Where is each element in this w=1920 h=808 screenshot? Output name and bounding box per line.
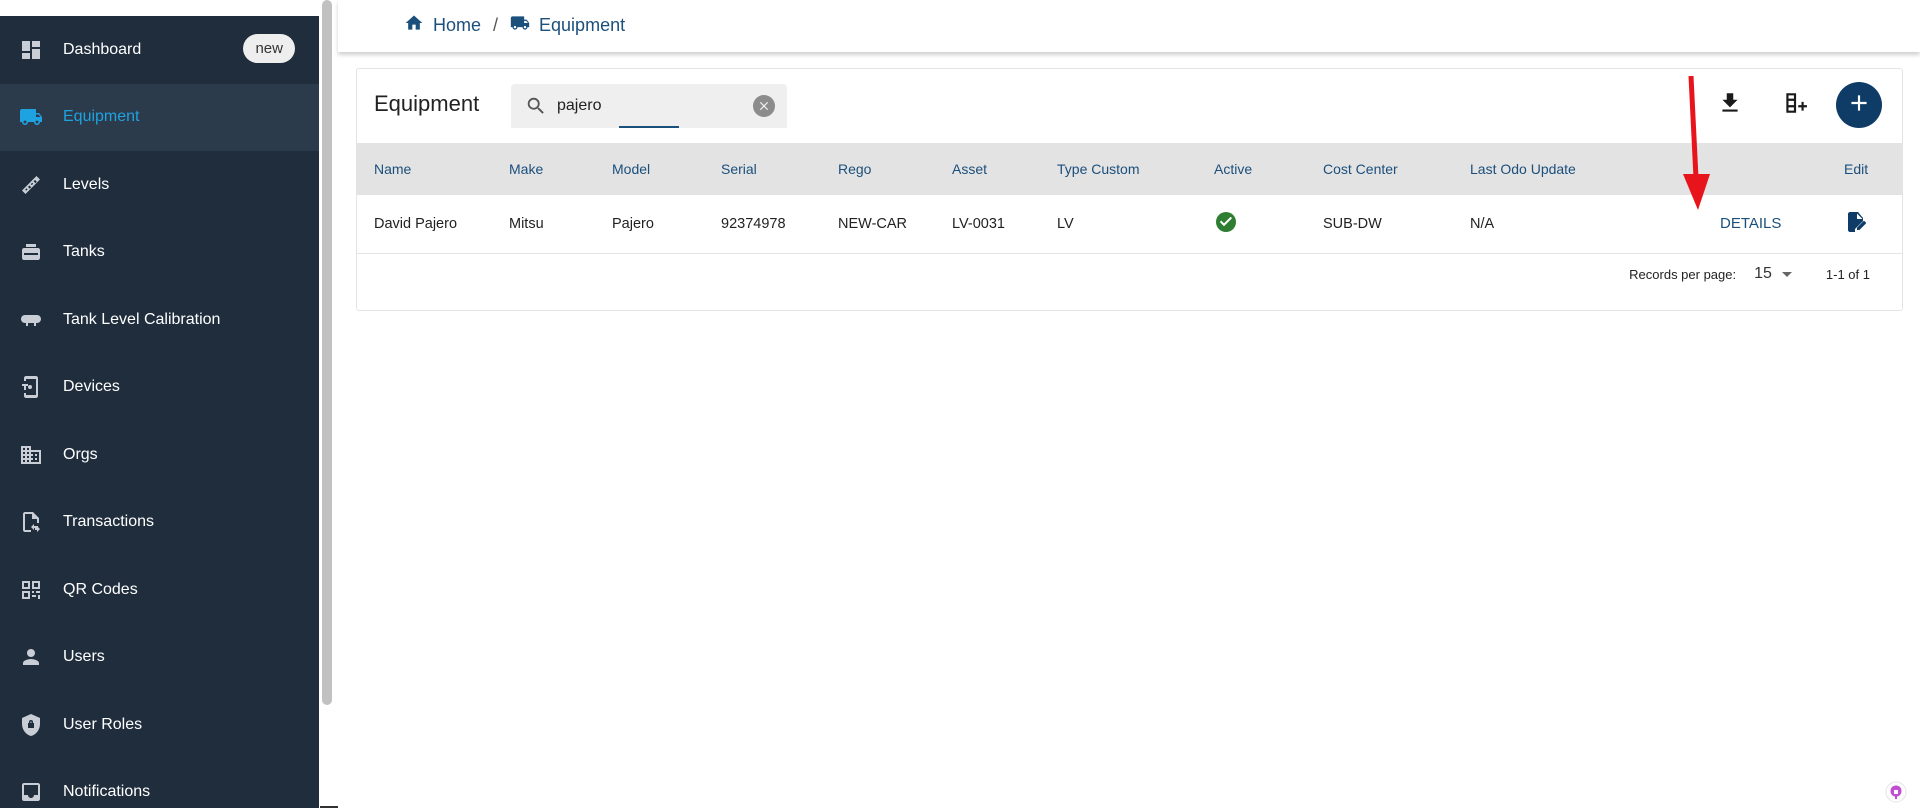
column-header-type-custom[interactable]: Type Custom: [1040, 143, 1197, 195]
sidebar-item-label: Levels: [63, 175, 110, 193]
sidebar-item-label: Equipment: [63, 108, 140, 126]
sidebar-item-levels[interactable]: Levels: [0, 151, 319, 219]
breadcrumb-separator: /: [493, 15, 499, 35]
cell-name: David Pajero: [374, 215, 458, 232]
cell-type-custom: LV: [1057, 215, 1074, 232]
truck-icon: [510, 13, 539, 38]
sidebar: Dashboard new Equipment Levels Tanks Tan…: [0, 16, 319, 808]
sidebar-item-orgs[interactable]: Orgs: [0, 421, 319, 489]
search-focus-underline: [619, 126, 679, 128]
cell-asset: LV-0031: [952, 215, 1005, 232]
column-header-edit: Edit: [1844, 161, 1869, 177]
column-header-model[interactable]: Model: [595, 143, 704, 195]
sidebar-item-user-roles[interactable]: User Roles: [0, 691, 319, 759]
sidebar-item-label: Transactions: [63, 513, 154, 531]
sidebar-item-label: Orgs: [63, 445, 98, 463]
records-per-page-label: Records per page:: [1629, 266, 1737, 282]
red-arrow-annotation: [1683, 75, 1710, 210]
sidebar-item-label: Dashboard: [63, 40, 142, 58]
sidebar-item-label: Tanks: [63, 243, 105, 261]
table-add-icon: [1782, 90, 1808, 121]
chevron-down-icon[interactable]: [1781, 271, 1792, 277]
column-header-serial[interactable]: Serial: [704, 143, 821, 195]
check-circle-icon: [1214, 211, 1238, 238]
cell-active: [1197, 195, 1306, 253]
sidebar-scrollbar-thumb[interactable]: [322, 0, 332, 705]
calibration-icon: [19, 308, 43, 332]
truck-icon: [19, 105, 43, 129]
transactions-icon: [19, 510, 43, 534]
search-field[interactable]: [511, 84, 787, 128]
column-header-last-odo-update[interactable]: Last Odo Update: [1453, 143, 1650, 195]
sidebar-item-transactions[interactable]: Transactions: [0, 489, 319, 557]
column-header-asset[interactable]: Asset: [935, 143, 1040, 195]
plus-icon: [1846, 90, 1872, 121]
cell-serial: 92374978: [721, 215, 786, 232]
edit-icon[interactable]: [1844, 211, 1868, 238]
column-header-active[interactable]: Active: [1197, 143, 1306, 195]
sidebar-item-tank-level-calibration[interactable]: Tank Level Calibration: [0, 286, 319, 354]
sidebar-item-label: QR Codes: [63, 580, 138, 598]
column-header-make[interactable]: Make: [492, 143, 595, 195]
breadcrumb-current: Equipment: [539, 15, 626, 35]
column-header-rego[interactable]: Rego: [821, 143, 935, 195]
add-column-button[interactable]: [1777, 87, 1813, 123]
clear-search-icon[interactable]: [753, 95, 775, 117]
cell-last-odo-update: N/A: [1470, 215, 1495, 232]
sidebar-item-devices[interactable]: Devices: [0, 354, 319, 422]
sidebar-item-dashboard[interactable]: Dashboard new: [0, 16, 319, 84]
sidebar-item-label: Notifications: [63, 783, 151, 801]
home-icon[interactable]: [404, 13, 433, 38]
cell-rego: NEW-CAR: [838, 215, 908, 232]
dashboard-icon: [19, 38, 43, 62]
qr-code-icon: [19, 578, 43, 602]
assistant-icon[interactable]: [1884, 780, 1908, 804]
cell-make: Mitsu: [509, 215, 544, 232]
details-button[interactable]: DETAILS: [1720, 215, 1781, 232]
breadcrumb: Home / Equipment: [404, 13, 625, 38]
sidebar-top-strip: [0, 0, 320, 16]
sidebar-item-equipment[interactable]: Equipment: [0, 83, 319, 151]
tank-icon: [19, 240, 43, 264]
user-icon: [19, 645, 43, 669]
top-bar: Home / Equipment: [338, 0, 1920, 52]
sidebar-item-label: Users: [63, 648, 105, 666]
sidebar-item-tanks[interactable]: Tanks: [0, 219, 319, 287]
search-icon: [525, 95, 547, 117]
shield-icon: [19, 713, 43, 737]
add-equipment-button[interactable]: [1836, 82, 1882, 128]
breadcrumb-home[interactable]: Home: [433, 15, 481, 36]
building-icon: [19, 443, 43, 467]
cell-model: Pajero: [612, 215, 654, 232]
device-icon: [19, 375, 43, 399]
sidebar-item-label: User Roles: [63, 715, 143, 733]
sidebar-item-notifications[interactable]: Notifications: [0, 759, 319, 808]
sidebar-item-label: Tank Level Calibration: [63, 310, 221, 328]
sidebar-item-label: Devices: [63, 378, 120, 396]
pagination: Records per page: 15 1-1 of 1: [1629, 265, 1870, 283]
ruler-icon: [19, 173, 43, 197]
records-per-page-select[interactable]: 15: [1754, 265, 1772, 283]
column-header-name[interactable]: Name: [357, 143, 492, 195]
page-range: 1-1 of 1: [1825, 266, 1870, 282]
new-badge: new: [243, 34, 295, 63]
cell-cost-center: SUB-DW: [1323, 215, 1382, 232]
search-input[interactable]: [557, 94, 737, 118]
column-header-cost-center[interactable]: Cost Center: [1306, 143, 1453, 195]
page-title: Equipment: [374, 91, 480, 116]
cell-edit: [1827, 195, 1902, 253]
sidebar-item-qr-codes[interactable]: QR Codes: [0, 556, 319, 624]
sidebar-item-users[interactable]: Users: [0, 624, 319, 692]
inbox-icon: [19, 780, 43, 804]
